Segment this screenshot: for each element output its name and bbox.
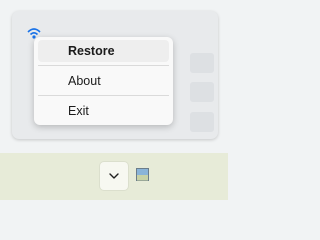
menu-separator (38, 65, 169, 66)
menu-item-exit[interactable]: Exit (38, 100, 169, 122)
app-tray-icon[interactable] (136, 168, 149, 181)
taskbar (0, 153, 228, 200)
hidden-tray-icon-slot (190, 53, 214, 73)
show-hidden-icons-button[interactable] (100, 162, 128, 190)
hidden-tray-icon-slot (190, 82, 214, 102)
menu-item-about[interactable]: About (38, 70, 169, 92)
context-menu: Restore About Exit (34, 37, 173, 125)
chevron-down-icon (109, 173, 119, 179)
menu-separator (38, 95, 169, 96)
menu-item-restore[interactable]: Restore (38, 40, 169, 62)
hidden-tray-icon-slot (190, 112, 214, 132)
